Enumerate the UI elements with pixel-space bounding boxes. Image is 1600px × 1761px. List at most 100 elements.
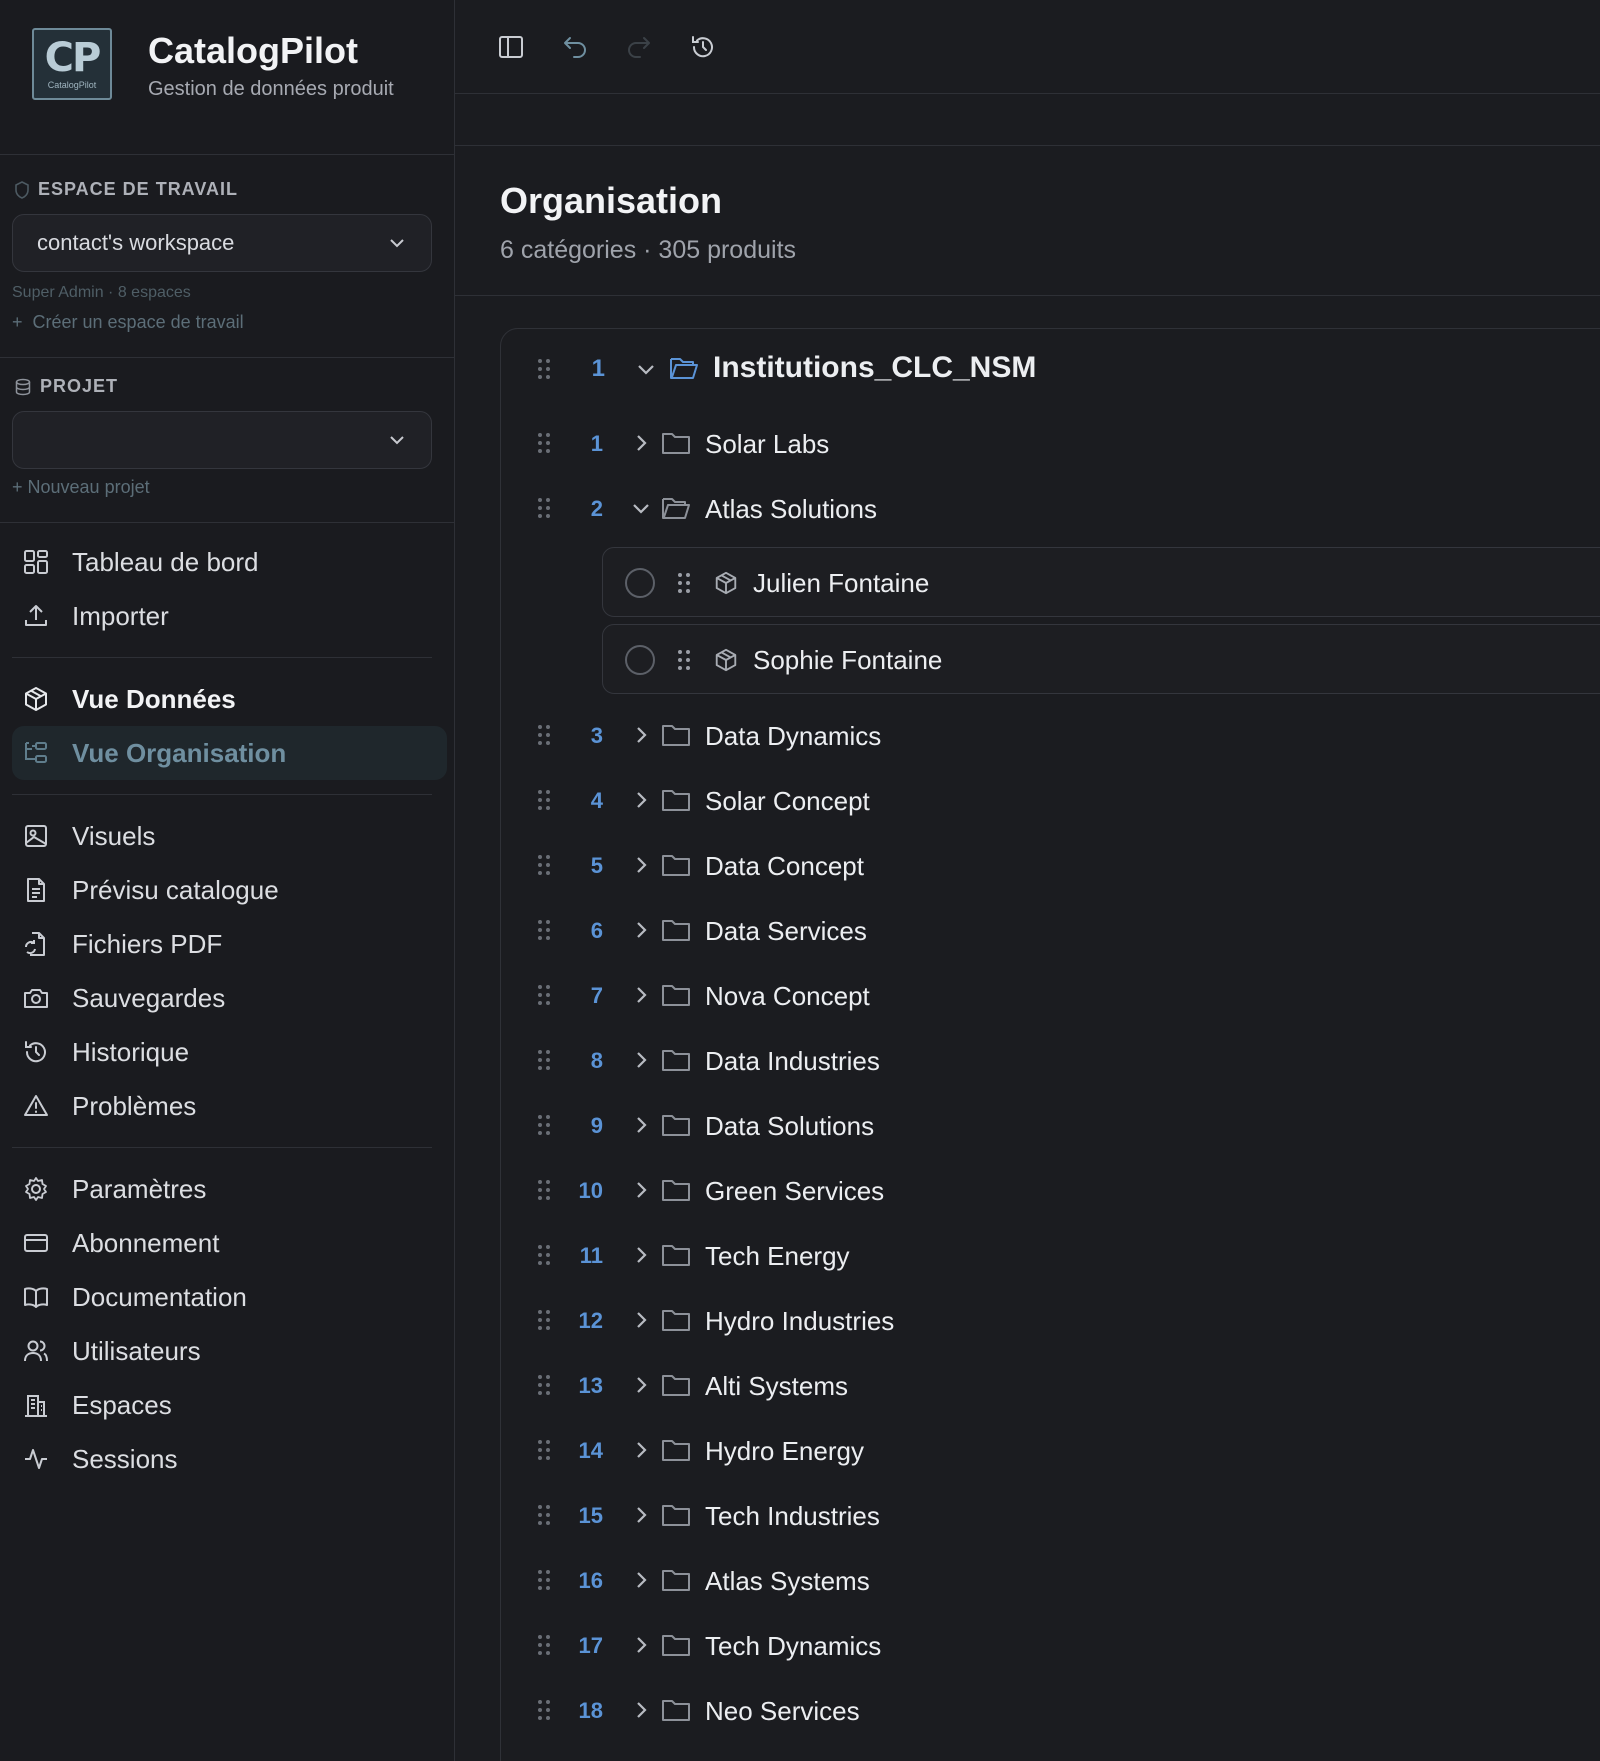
tree-category-row[interactable]: 6 Data Services [501,910,1600,950]
workspace-selected: contact's workspace [37,230,235,255]
chevron-right-icon[interactable] [630,1309,652,1331]
nav-group-views: Vue Données Vue Organisation [12,658,447,795]
chevron-right-icon[interactable] [630,1504,652,1526]
tree-root-number: 1 [591,355,605,382]
nav-users-label: Utilisateurs [72,1335,201,1366]
chevron-right-icon[interactable] [630,1374,652,1396]
app-logo[interactable]: CP CatalogPilot [32,28,112,100]
tree-category-number: 9 [590,1113,603,1138]
tree-category-label: Solar Labs [705,429,830,459]
nav-import[interactable]: Importer [12,589,447,643]
nav-sessions[interactable]: Sessions [12,1432,447,1486]
nav-settings[interactable]: Paramètres [12,1162,447,1216]
create-workspace-link[interactable]: + Créer un espace de travail [12,312,454,357]
tree-category-row[interactable]: 5 Data Concept [501,845,1600,885]
chevron-down-icon[interactable] [630,497,652,519]
chevron-right-icon[interactable] [630,1049,652,1071]
chevron-right-icon[interactable] [630,1634,652,1656]
tree-category-row[interactable]: 9 Data Solutions [501,1105,1600,1145]
nav-pdf-files[interactable]: Fichiers PDF [12,917,447,971]
sidebar-toggle-button[interactable] [495,31,527,63]
tree-category-row[interactable]: 4 Solar Concept [501,780,1600,820]
tree-category-row[interactable]: 1 Solar Labs [501,423,1600,463]
chevron-right-icon[interactable] [630,919,652,941]
nav-documentation[interactable]: Documentation [12,1270,447,1324]
chevron-right-icon[interactable] [630,432,652,454]
product-label: Julien Fontaine [753,568,930,598]
drag-handle-icon[interactable] [677,572,691,594]
tree-category-label: Alti Systems [705,1371,849,1401]
chevron-right-icon[interactable] [630,789,652,811]
nav-catalog-preview[interactable]: Prévisu catalogue [12,863,447,917]
nav-visuals-label: Visuels [72,820,156,851]
tree-category-number: 15 [578,1503,603,1528]
cube-icon [715,571,737,595]
product-checkbox[interactable] [625,645,655,675]
new-project-link[interactable]: + Nouveau projet [12,477,454,522]
chevron-down-icon[interactable] [635,358,657,380]
database-icon [15,378,31,395]
chevron-right-icon[interactable] [630,724,652,746]
tree-category-row[interactable]: 18 Neo Services [501,1690,1600,1730]
tree-category-row[interactable]: 8 Data Industries [501,1040,1600,1080]
product-card[interactable]: Julien Fontaine [602,547,1600,617]
nav-users[interactable]: Utilisateurs [12,1324,447,1378]
undo-button[interactable] [559,31,591,63]
project-select[interactable] [12,411,432,469]
tree-category-row[interactable]: 15 Tech Industries [501,1495,1600,1535]
chevron-right-icon[interactable] [630,1244,652,1266]
tree-category-label: Tech Energy [705,1241,850,1271]
folder-icon [662,920,690,941]
nav-subscription-label: Abonnement [72,1227,220,1258]
nav-history[interactable]: Historique [12,1025,447,1079]
tree-category-row[interactable]: 3 Data Dynamics [501,715,1600,755]
folder-icon [662,985,690,1006]
tree-category-row[interactable]: 11 Tech Energy [501,1235,1600,1275]
chevron-right-icon[interactable] [630,1699,652,1721]
nav-spaces[interactable]: Espaces [12,1378,447,1432]
history-button[interactable] [687,31,719,63]
tree-category-row[interactable]: 13 Alti Systems [501,1365,1600,1405]
chevron-right-icon[interactable] [630,984,652,1006]
tree-category-row[interactable]: 12 Hydro Industries [501,1300,1600,1340]
tree-category-row[interactable]: 10 Green Services [501,1170,1600,1210]
tree-category-number: 10 [578,1178,603,1203]
nav-history-label: Historique [72,1036,190,1067]
building-icon [25,1395,47,1417]
product-card[interactable]: Sophie Fontaine [602,624,1600,694]
tree-category-label: Hydro Energy [705,1436,864,1466]
nav-subscription[interactable]: Abonnement [12,1216,447,1270]
tree-category-row[interactable]: 2 Atlas Solutions [501,488,1600,528]
chevron-right-icon[interactable] [630,1569,652,1591]
cube-icon [25,687,47,711]
organisation-tree: 1 Institutions_CLC_NSM 1 Solar Labs 2 Atlas… [500,328,1600,1761]
tree-category-label: Atlas Solutions [705,494,877,524]
drag-handle-icon[interactable] [677,649,691,671]
tree-category-row[interactable]: 7 Nova Concept [501,975,1600,1015]
nav-visuals[interactable]: Visuels [12,809,447,863]
chevron-right-icon[interactable] [630,1439,652,1461]
tree-category-number: 8 [590,1048,603,1073]
chevron-right-icon[interactable] [630,1179,652,1201]
nav-backups[interactable]: Sauvegardes [12,971,447,1025]
nav-dashboard[interactable]: Tableau de bord [12,535,447,589]
nav-problems[interactable]: Problèmes [12,1079,447,1133]
tree-category-row[interactable]: 14 Hydro Energy [501,1430,1600,1470]
nav-pdf-files-label: Fichiers PDF [72,928,223,959]
logo-text: CP [44,35,102,81]
workspace-select[interactable]: contact's workspace [12,214,432,272]
camera-icon [24,989,48,1008]
folder-icon [662,1440,690,1461]
product-checkbox[interactable] [625,568,655,598]
redo-button[interactable] [623,31,655,63]
tree-root-row[interactable]: 1 Institutions_CLC_NSM [501,347,1600,391]
nav-organisation-view[interactable]: Vue Organisation [12,726,447,780]
chevron-right-icon[interactable] [630,1114,652,1136]
project-section: PROJET + Nouveau projet [0,358,454,523]
nav-data-view[interactable]: Vue Données [12,672,447,726]
tree-category-row[interactable]: 17 Tech Dynamics [501,1625,1600,1665]
tree-category-label: Green Services [705,1176,885,1206]
chevron-right-icon[interactable] [630,854,652,876]
tree-category-row[interactable]: 16 Atlas Systems [501,1560,1600,1600]
tree-category-number: 1 [590,431,603,456]
